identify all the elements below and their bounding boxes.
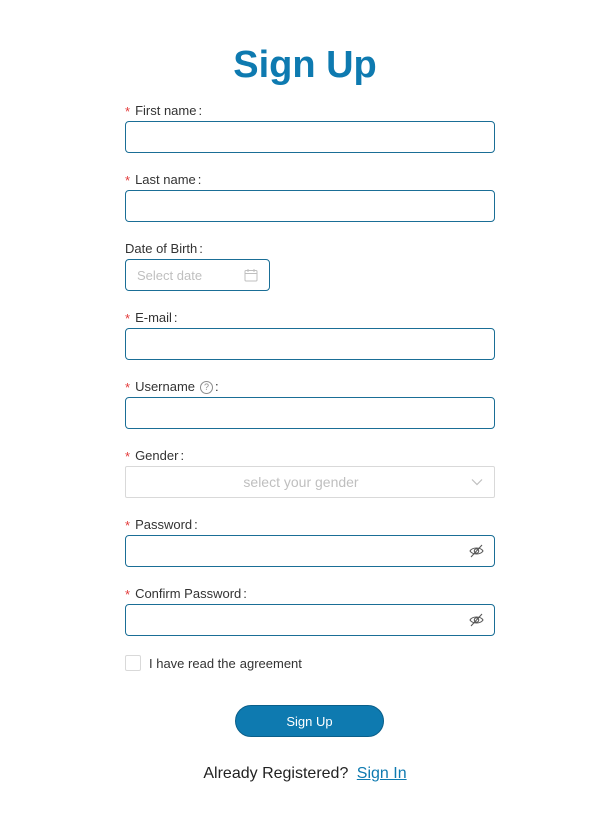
- label-colon: :: [197, 172, 202, 187]
- sign-in-link[interactable]: Sign In: [357, 765, 407, 782]
- first-name-label: * First name:: [125, 103, 202, 119]
- required-marker: *: [125, 587, 131, 602]
- password-label: * Password:: [125, 517, 198, 533]
- label-colon: :: [198, 103, 203, 118]
- signup-page: Sign Up * First name: * Last name: Date …: [0, 0, 610, 823]
- first-name-label-text: First name: [135, 103, 197, 118]
- email-label-text: E-mail: [135, 310, 172, 325]
- agreement-text: I have read the: [149, 655, 236, 671]
- gender-label-text: Gender: [135, 448, 179, 463]
- agreement-link[interactable]: agreement: [240, 656, 302, 671]
- already-registered-text: Already Registered?: [203, 765, 349, 782]
- dob-input[interactable]: [126, 260, 241, 290]
- question-circle-icon[interactable]: ?: [200, 380, 214, 394]
- label-colon: :: [199, 241, 203, 256]
- last-name-label-text: Last name: [135, 172, 196, 187]
- email-label: * E-mail:: [125, 310, 178, 326]
- agreement-row: I have read the agreement: [125, 655, 302, 671]
- dob-label-text: Date of Birth: [125, 241, 198, 256]
- first-name-input[interactable]: [125, 121, 495, 153]
- page-title: Sign Up: [233, 44, 377, 86]
- gender-select-placeholder: select your gender: [243, 474, 359, 490]
- label-colon: :: [173, 310, 178, 325]
- chevron-down-icon[interactable]: [471, 477, 483, 487]
- last-name-input[interactable]: [125, 190, 495, 222]
- username-label: * Username ?:: [125, 379, 219, 395]
- required-marker: *: [125, 380, 131, 395]
- confirm-password-field: [125, 604, 495, 636]
- confirm-password-label-text: Confirm Password: [135, 586, 242, 601]
- confirm-password-label: * Confirm Password:: [125, 586, 247, 602]
- password-field: [125, 535, 495, 567]
- confirm-password-input[interactable]: [125, 604, 495, 636]
- required-marker: *: [125, 311, 131, 326]
- username-label-text: Username: [135, 379, 196, 394]
- label-colon: :: [215, 379, 219, 394]
- dob-label: Date of Birth:: [125, 241, 203, 257]
- dob-picker[interactable]: [125, 259, 270, 291]
- last-name-label: * Last name:: [125, 172, 201, 188]
- required-marker: *: [125, 173, 131, 188]
- password-input[interactable]: [125, 535, 495, 567]
- agreement-checkbox[interactable]: [125, 655, 141, 671]
- label-colon: :: [243, 586, 247, 601]
- sign-up-button[interactable]: Sign Up: [235, 705, 384, 737]
- eye-slash-icon[interactable]: [469, 613, 484, 627]
- calendar-icon[interactable]: [244, 268, 258, 282]
- username-input[interactable]: [125, 397, 495, 429]
- password-label-text: Password: [135, 517, 193, 532]
- gender-label: * Gender:: [125, 448, 184, 464]
- sign-in-prompt: Already Registered? Sign In: [0, 764, 610, 784]
- gender-select[interactable]: select your gender: [125, 466, 495, 498]
- eye-slash-icon[interactable]: [469, 544, 484, 558]
- required-marker: *: [125, 104, 131, 119]
- label-colon: :: [194, 517, 198, 532]
- label-colon: :: [180, 448, 185, 463]
- required-marker: *: [125, 449, 131, 464]
- email-input[interactable]: [125, 328, 495, 360]
- required-marker: *: [125, 518, 131, 533]
